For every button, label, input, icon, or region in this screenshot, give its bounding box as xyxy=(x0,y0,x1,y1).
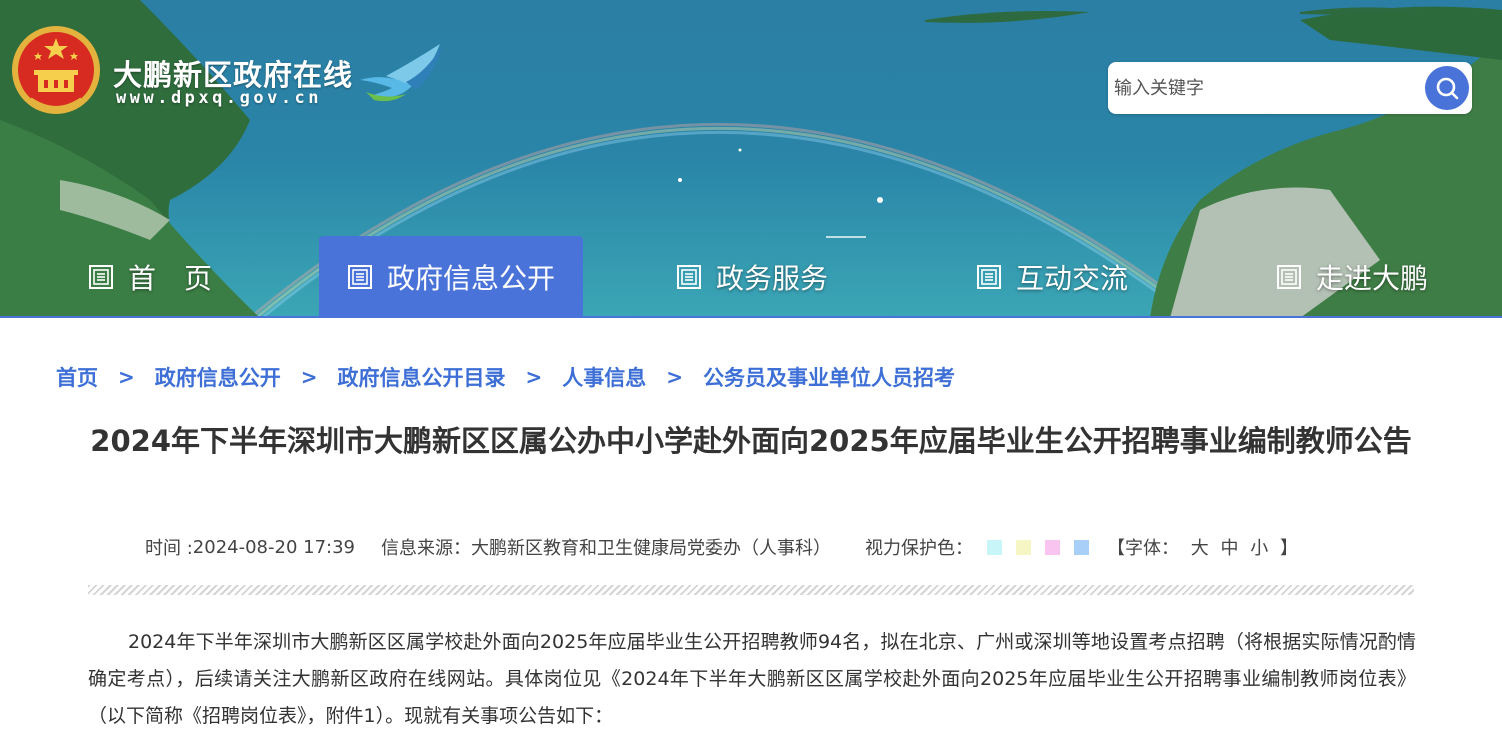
nav-item-interaction[interactable]: 互动交流 xyxy=(976,236,1128,318)
font-size-small-button[interactable]: 小 xyxy=(1250,538,1268,559)
nav-label: 首 页 xyxy=(128,262,213,295)
nav-label: 互动交流 xyxy=(1016,262,1129,295)
site-url[interactable]: www.dpxq.gov.cn xyxy=(116,88,322,108)
nav-label: 政务服务 xyxy=(716,262,829,295)
font-size-large-button[interactable]: 大 xyxy=(1191,538,1209,559)
document-icon xyxy=(977,265,1001,289)
breadcrumb-separator: > xyxy=(300,365,318,389)
nav-item-government-services[interactable]: 政务服务 xyxy=(676,236,828,318)
breadcrumb-info-catalog[interactable]: 政府信息公开目录 xyxy=(338,362,506,392)
dapeng-bird-logo-icon xyxy=(360,44,442,102)
search-icon xyxy=(1436,77,1459,100)
breadcrumb-home[interactable]: 首页 xyxy=(56,362,98,392)
breadcrumb-separator: > xyxy=(666,365,684,389)
nav-label: 走进大鹏 xyxy=(1316,262,1429,295)
breadcrumb: 首页 > 政府信息公开 > 政府信息公开目录 > 人事信息 > 公务员及事业单位… xyxy=(56,362,955,392)
eye-color-swatch-pink[interactable] xyxy=(1045,539,1060,555)
document-icon xyxy=(677,265,701,289)
breadcrumb-recruitment[interactable]: 公务员及事业单位人员招考 xyxy=(703,362,955,392)
document-icon xyxy=(348,265,372,289)
info-source: 信息来源：大鹏新区教育和卫生健康局党委办（人事科） xyxy=(381,538,831,559)
national-emblem-icon xyxy=(12,26,100,114)
nav-label: 政府信息公开 xyxy=(387,262,556,295)
eye-protection-label: 视力保护色： xyxy=(865,538,973,559)
time-label: 时间 : xyxy=(145,538,193,559)
breadcrumb-government-info[interactable]: 政府信息公开 xyxy=(155,362,281,392)
main-nav: 首 页 政府信息公开 政务服务 互动交流 走进大鹏 xyxy=(0,236,1502,318)
font-close-bracket: 】 xyxy=(1279,538,1298,559)
article-title: 2024年下半年深圳市大鹏新区区属公办中小学赴外面向2025年应届毕业生公开招聘… xyxy=(90,424,1412,458)
article-meta: 时间 : 2024-08-20 17:39 信息来源：大鹏新区教育和卫生健康局党… xyxy=(145,533,1298,561)
breadcrumb-separator: > xyxy=(525,365,543,389)
search-box xyxy=(1108,62,1472,114)
hatched-divider xyxy=(88,585,1414,595)
font-size-medium-button[interactable]: 中 xyxy=(1220,538,1238,559)
eye-color-swatch-yellow[interactable] xyxy=(1016,539,1031,555)
document-icon xyxy=(1277,265,1301,289)
eye-color-swatch-blue[interactable] xyxy=(1074,539,1089,555)
nav-item-home[interactable]: 首 页 xyxy=(88,236,212,318)
eye-color-swatch-cyan[interactable] xyxy=(987,539,1002,555)
article-body-paragraph: 2024年下半年深圳市大鹏新区区属学校赴外面向2025年应届毕业生公开招聘教师9… xyxy=(88,631,1416,727)
font-label: 【字体： xyxy=(1107,538,1179,559)
search-button[interactable] xyxy=(1425,66,1469,110)
nav-item-about-dapeng[interactable]: 走进大鹏 xyxy=(1276,236,1428,318)
nav-item-government-info[interactable]: 政府信息公开 xyxy=(319,236,584,318)
publish-time: 2024-08-20 17:39 xyxy=(192,536,355,558)
search-input[interactable] xyxy=(1114,70,1414,106)
breadcrumb-separator: > xyxy=(118,365,135,389)
breadcrumb-personnel-info[interactable]: 人事信息 xyxy=(562,362,646,392)
document-icon xyxy=(89,265,113,289)
font-size-control: 【字体： 大 中 小 】 xyxy=(1107,534,1298,560)
